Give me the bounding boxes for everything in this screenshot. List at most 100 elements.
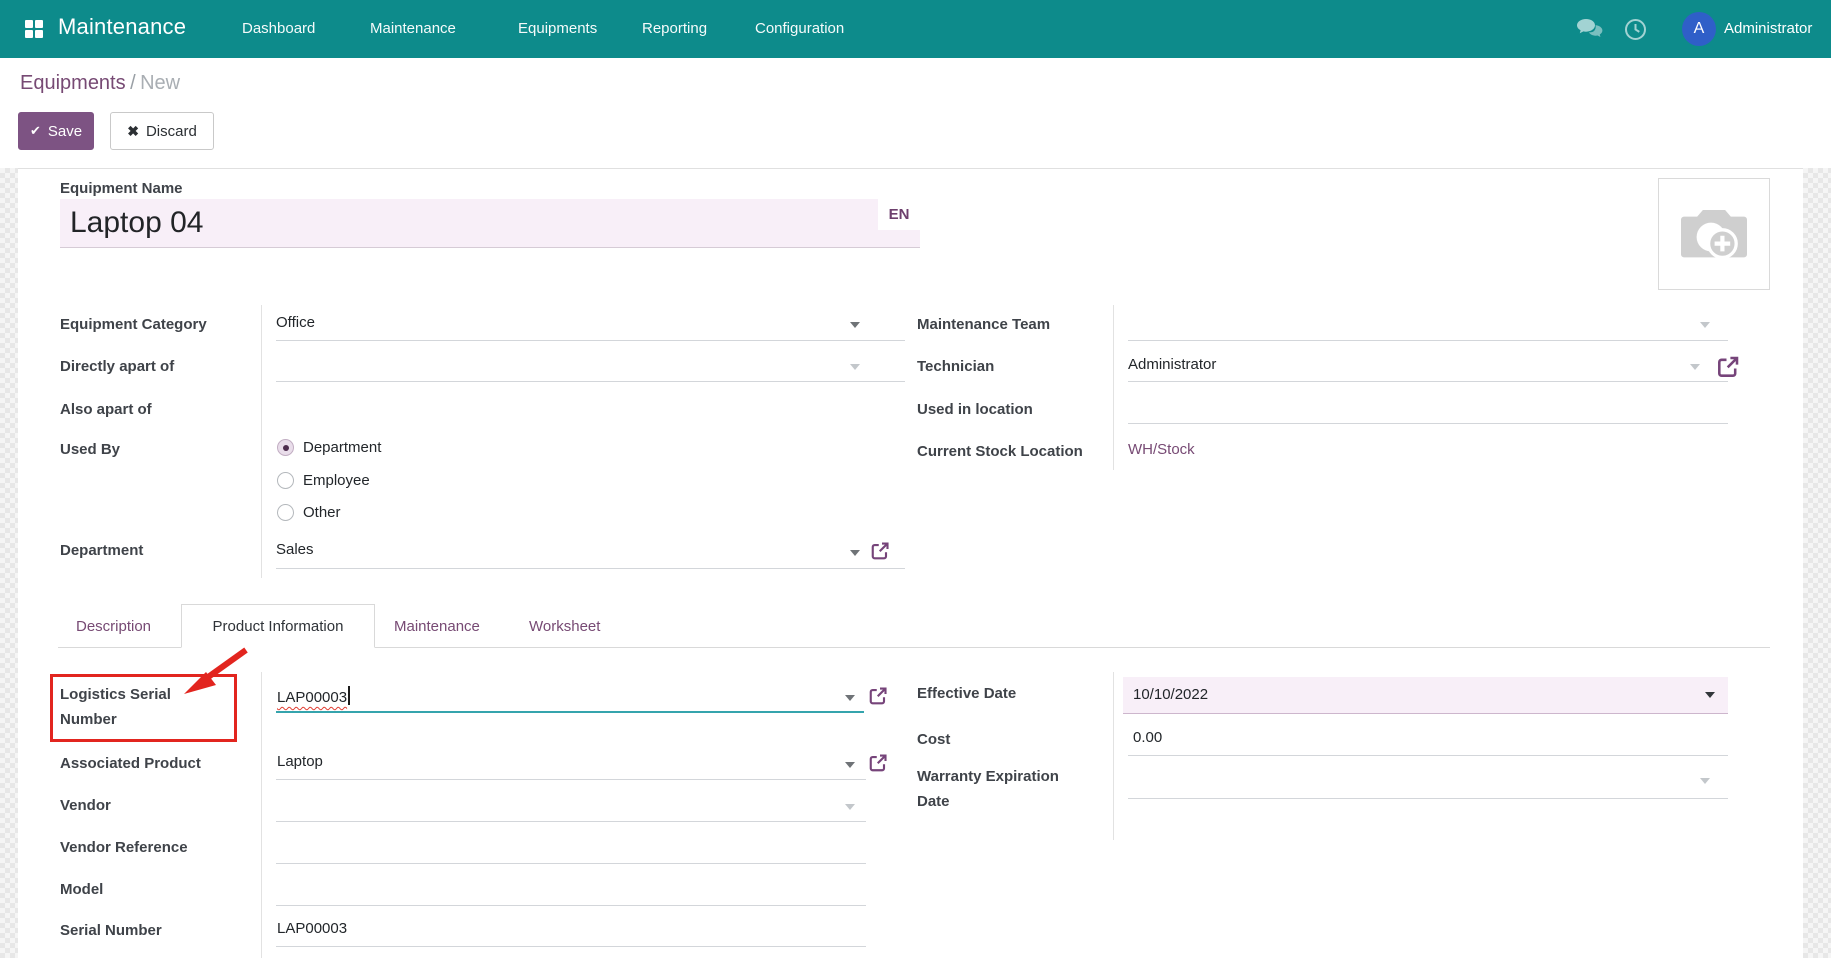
logistics-serial-number-external-link-icon[interactable] <box>868 686 888 706</box>
effective-date-label: Effective Date <box>917 681 1016 706</box>
serial-number-label: Serial Number <box>60 918 162 943</box>
equipment-category-underline <box>276 340 905 341</box>
department-value[interactable]: Sales <box>276 541 314 558</box>
discard-button[interactable]: ✖ Discard <box>110 112 214 150</box>
vendor-underline <box>276 821 866 822</box>
associated-product-underline <box>276 779 866 780</box>
equipment-image-upload[interactable] <box>1658 178 1770 290</box>
equipment-category-dropdown-icon[interactable] <box>850 322 860 328</box>
model-label: Model <box>60 877 103 902</box>
save-button-label: Save <box>48 123 82 140</box>
maintenance-team-label: Maintenance Team <box>917 312 1050 337</box>
used-by-radio-employee-label[interactable]: Employee <box>303 472 370 489</box>
logistics-serial-number-value: LAP00003 <box>277 689 347 706</box>
app-header: Maintenance Dashboard Maintenance Equipm… <box>0 0 1831 58</box>
used-by-label: Used By <box>60 437 120 462</box>
tab-left-column-separator <box>261 672 262 958</box>
equipment-category-label: Equipment Category <box>60 312 207 337</box>
breadcrumb-separator: / <box>130 72 136 94</box>
vendor-label: Vendor <box>60 793 111 818</box>
technician-underline <box>1128 381 1728 382</box>
check-icon: ✔ <box>30 123 41 139</box>
messages-icon[interactable] <box>1576 18 1604 42</box>
equipment-category-value[interactable]: Office <box>276 314 315 331</box>
warranty-expiration-date-label: Warranty Expiration Date <box>917 764 1079 814</box>
technician-external-link-icon[interactable] <box>1716 355 1740 379</box>
maintenance-team-dropdown-icon[interactable] <box>1700 322 1710 328</box>
vendor-dropdown-icon[interactable] <box>845 804 855 810</box>
used-by-radio-other-label[interactable]: Other <box>303 504 341 521</box>
directly-apart-of-label: Directly apart of <box>60 354 174 379</box>
tab-worksheet[interactable]: Worksheet <box>529 605 600 648</box>
translation-badge[interactable]: EN <box>878 199 920 230</box>
control-panel: Equipments / New <box>0 58 1831 168</box>
text-cursor <box>348 686 350 705</box>
vendor-reference-underline <box>276 863 866 864</box>
nav-equipments[interactable]: Equipments <box>518 0 597 58</box>
used-by-radio-department-label[interactable]: Department <box>303 439 381 456</box>
right-column-separator <box>1113 305 1114 470</box>
form-sheet <box>18 168 1803 958</box>
effective-date-dropdown-icon[interactable] <box>1705 692 1715 698</box>
department-external-link-icon[interactable] <box>870 541 890 561</box>
save-button[interactable]: ✔ Save <box>18 112 94 150</box>
nav-configuration[interactable]: Configuration <box>755 0 844 58</box>
associated-product-value[interactable]: Laptop <box>277 753 323 770</box>
tab-maintenance[interactable]: Maintenance <box>394 605 480 648</box>
app-title[interactable]: Maintenance <box>58 14 186 40</box>
breadcrumb-new: New <box>140 72 180 94</box>
nav-reporting[interactable]: Reporting <box>642 0 707 58</box>
breadcrumb: Equipments / New <box>20 72 180 95</box>
used-by-radio-employee[interactable] <box>277 472 294 489</box>
effective-date-input[interactable]: 10/10/2022 <box>1123 677 1728 714</box>
close-icon: ✖ <box>127 123 139 140</box>
directly-apart-of-dropdown-icon[interactable] <box>850 364 860 370</box>
discard-button-label: Discard <box>146 123 197 140</box>
technician-value[interactable]: Administrator <box>1128 356 1216 373</box>
department-dropdown-icon[interactable] <box>850 550 860 556</box>
used-by-radio-department[interactable] <box>277 439 294 456</box>
vendor-reference-label: Vendor Reference <box>60 835 188 860</box>
associated-product-dropdown-icon[interactable] <box>845 762 855 768</box>
model-underline <box>276 905 866 906</box>
equipment-name-label: Equipment Name <box>60 176 183 201</box>
tab-description[interactable]: Description <box>76 605 151 648</box>
associated-product-label: Associated Product <box>60 751 201 776</box>
cost-value[interactable]: 0.00 <box>1133 729 1162 746</box>
directly-apart-of-underline <box>276 381 905 382</box>
user-avatar[interactable]: A <box>1682 12 1716 46</box>
department-label: Department <box>60 538 143 563</box>
associated-product-external-link-icon[interactable] <box>868 753 888 773</box>
technician-label: Technician <box>917 354 994 379</box>
used-by-radio-other[interactable] <box>277 504 294 521</box>
apps-menu-icon[interactable] <box>25 20 43 38</box>
user-menu[interactable]: Administrator <box>1724 0 1812 58</box>
serial-number-value[interactable]: LAP00003 <box>277 920 347 937</box>
warranty-expiration-date-underline <box>1128 798 1728 799</box>
maintenance-team-underline <box>1128 340 1728 341</box>
technician-dropdown-icon[interactable] <box>1690 364 1700 370</box>
used-in-location-label: Used in location <box>917 397 1033 422</box>
department-underline <box>276 568 905 569</box>
also-apart-of-label: Also apart of <box>60 397 152 422</box>
cost-underline <box>1128 755 1728 756</box>
logistics-serial-number-focus-underline <box>276 711 864 713</box>
logistics-serial-number-input[interactable]: LAP00003 <box>277 686 350 706</box>
nav-maintenance[interactable]: Maintenance <box>370 0 456 58</box>
logistics-serial-number-dropdown-icon[interactable] <box>845 695 855 701</box>
tab-product-information[interactable]: Product Information <box>181 604 375 648</box>
current-stock-location-link[interactable]: WH/Stock <box>1128 441 1195 458</box>
breadcrumb-equipments[interactable]: Equipments <box>20 72 126 94</box>
equipment-name-input[interactable]: Laptop 04 <box>60 199 920 248</box>
camera-add-icon <box>1675 201 1753 267</box>
sheet-left-margin <box>0 168 18 958</box>
tab-right-column-separator <box>1113 672 1114 840</box>
used-in-location-underline <box>1128 423 1728 424</box>
logistics-serial-number-label: Logistics Serial Number <box>60 682 212 732</box>
equipment-name-value: Laptop 04 <box>70 206 203 240</box>
nav-dashboard[interactable]: Dashboard <box>242 0 315 58</box>
left-column-separator <box>261 305 262 578</box>
activities-clock-icon[interactable] <box>1624 18 1647 41</box>
current-stock-location-label: Current Stock Location <box>917 439 1083 464</box>
warranty-expiration-date-dropdown-icon[interactable] <box>1700 778 1710 784</box>
